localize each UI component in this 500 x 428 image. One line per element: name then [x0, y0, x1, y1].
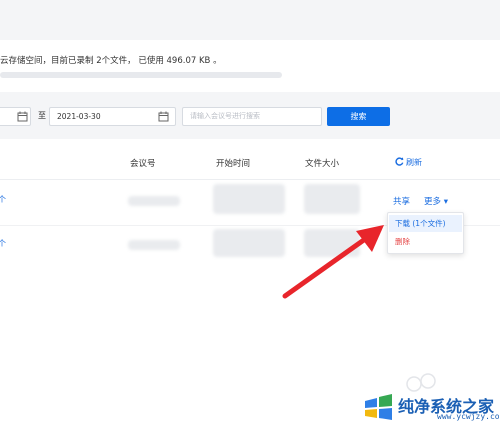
decorative-graphic	[406, 373, 436, 392]
watermark-logo	[365, 394, 392, 420]
watermark-url: www.ycwjzy.com	[437, 412, 500, 421]
pointer-arrow	[282, 225, 384, 299]
